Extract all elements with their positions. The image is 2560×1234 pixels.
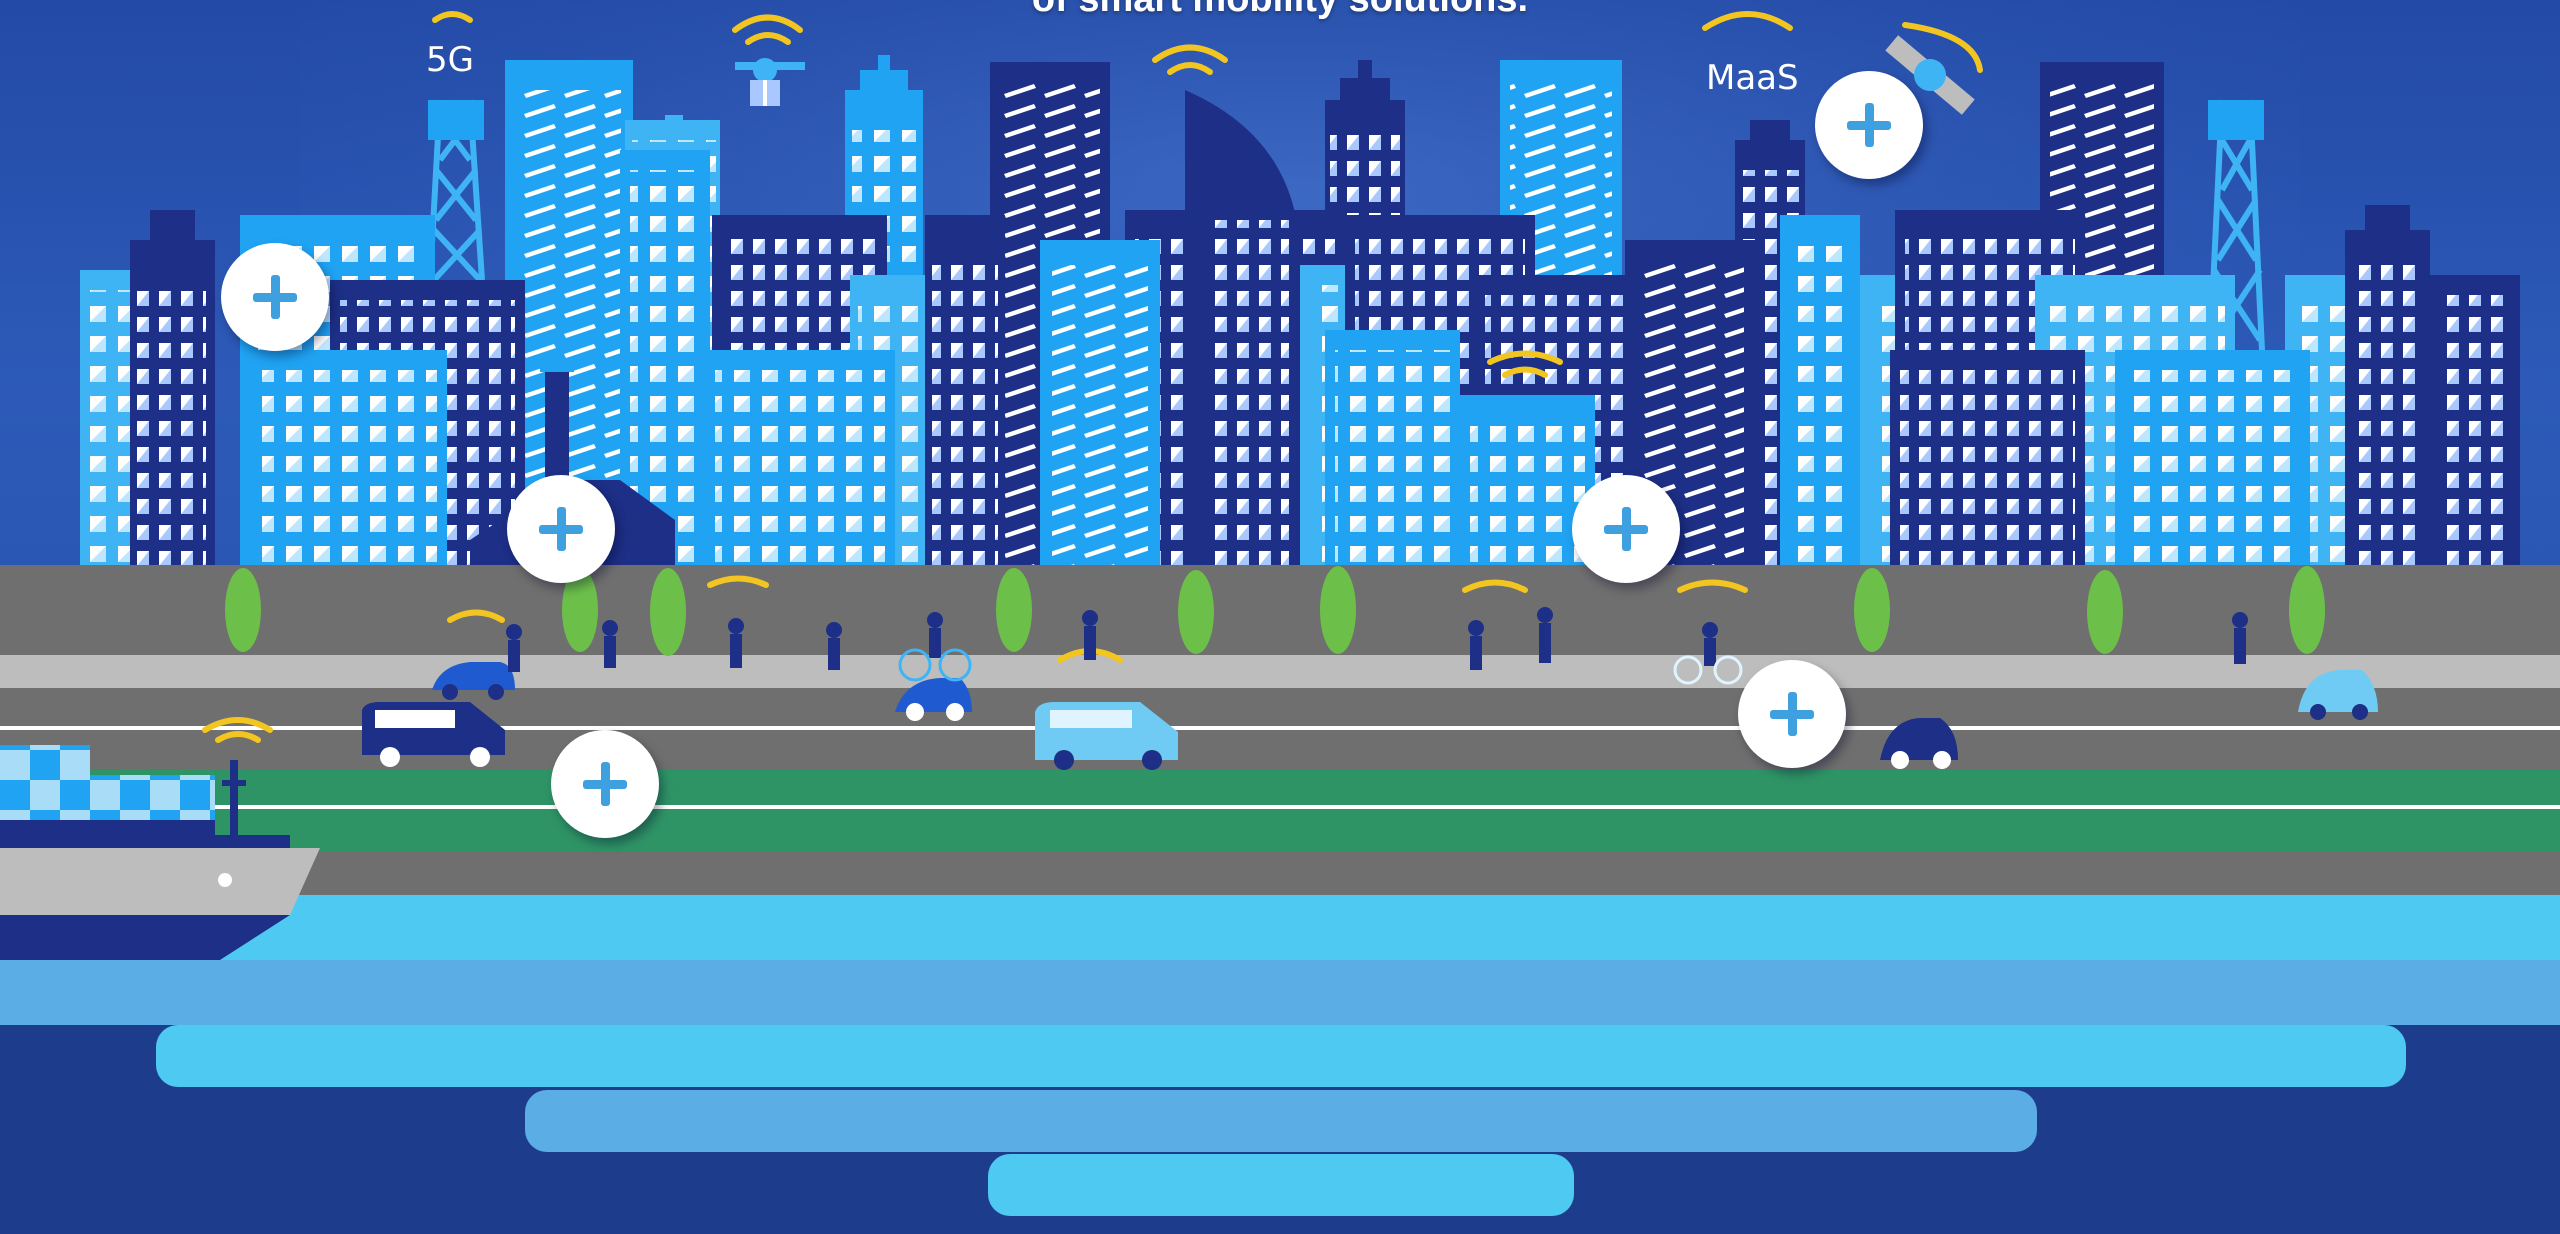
page-headline: of smart mobility solutions. [0, 0, 2560, 21]
quay [0, 852, 2560, 897]
reflection-3 [988, 1154, 1574, 1216]
hotspot-5g-tower[interactable] [221, 243, 329, 351]
smart-city-illustration [0, 0, 2560, 1216]
water-band [0, 960, 2560, 1025]
5g-label: 5G [426, 40, 474, 80]
reflection-1 [156, 1025, 2406, 1087]
reflection-2 [525, 1090, 2037, 1152]
hotspot-road-traffic[interactable] [1738, 660, 1846, 768]
hotspot-rail-line[interactable] [551, 730, 659, 838]
maas-label: MaaS [1706, 58, 1799, 98]
hotspot-charging-station[interactable] [507, 475, 615, 583]
sidewalk [0, 655, 2560, 690]
plaza [0, 565, 2560, 660]
water-top [0, 895, 2560, 960]
rail-line [0, 805, 2560, 809]
hotspot-city-building[interactable] [1572, 475, 1680, 583]
hotspot-maas-satellite[interactable] [1815, 71, 1923, 179]
rail-bed [0, 770, 2560, 852]
